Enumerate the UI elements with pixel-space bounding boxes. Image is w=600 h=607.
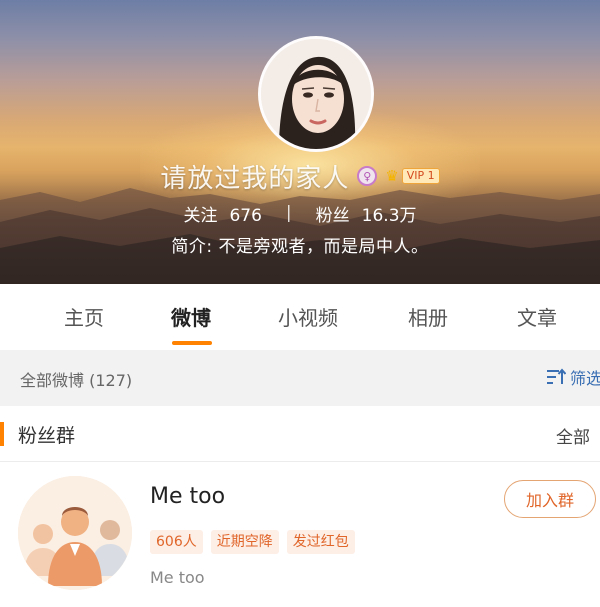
section-accent-bar bbox=[0, 422, 4, 446]
group-name[interactable]: Me too bbox=[150, 484, 225, 509]
profile-stats: 关注 676 | 粉丝 16.3万 bbox=[0, 198, 600, 228]
vip-level-label: VIP 1 bbox=[401, 168, 440, 184]
filter-sort-icon bbox=[547, 368, 566, 384]
profile-banner: 请放过我的家人 ♀ ♛ VIP 1 关注 676 | 粉丝 16.3万 简介: 不是… bbox=[0, 0, 600, 284]
following-count: 676 bbox=[229, 205, 262, 226]
following-stat[interactable]: 关注 676 bbox=[183, 201, 261, 226]
tab-home[interactable]: 主页 bbox=[64, 302, 104, 331]
profile-bio: 简介: 不是旁观者，而是局中人。 bbox=[171, 237, 429, 257]
stats-separator: | bbox=[285, 203, 292, 223]
active-tab-indicator bbox=[172, 341, 212, 345]
group-people-icon bbox=[18, 476, 132, 590]
profile-avatar[interactable] bbox=[258, 36, 374, 152]
profile-nickname: 请放过我的家人 bbox=[160, 163, 350, 194]
recent-airdrop-tag: 近期空降 bbox=[210, 530, 279, 554]
avatar-portrait bbox=[261, 39, 371, 149]
nickname-row: 请放过我的家人 ♀ ♛ VIP 1 bbox=[0, 158, 600, 194]
red-packet-tag: 发过红包 bbox=[286, 530, 355, 554]
followers-count: 16.3万 bbox=[361, 205, 417, 226]
fan-group-all-link[interactable]: 全部 bbox=[556, 423, 590, 448]
tab-album[interactable]: 相册 bbox=[408, 302, 448, 331]
join-group-button[interactable]: 加入群 bbox=[504, 480, 596, 518]
tab-articles[interactable]: 文章 bbox=[517, 302, 557, 331]
filter-button[interactable]: 筛选 bbox=[546, 365, 600, 389]
profile-tab-bar: 主页 微博 小视频 相册 文章 bbox=[0, 284, 600, 350]
followers-label: 粉丝 bbox=[315, 205, 350, 226]
vip-badge[interactable]: ♛ VIP 1 bbox=[385, 167, 440, 185]
group-tags: 606人 近期空降 发过红包 bbox=[150, 530, 355, 554]
member-count-tag: 606人 bbox=[150, 530, 203, 554]
post-filter-bar: 全部微博 (127) 筛选 bbox=[0, 350, 600, 406]
fan-group-title: 粉丝群 bbox=[18, 425, 76, 447]
group-description: Me too bbox=[150, 568, 205, 587]
fan-group-header: 粉丝群 全部 bbox=[0, 406, 600, 462]
followers-stat[interactable]: 粉丝 16.3万 bbox=[316, 201, 417, 226]
fan-group-card[interactable]: Me too 606人 近期空降 发过红包 Me too 加入群 bbox=[0, 462, 600, 607]
female-gender-icon: ♀ bbox=[357, 166, 378, 186]
group-avatar bbox=[18, 476, 132, 590]
post-count-label[interactable]: 全部微博 (127) bbox=[20, 367, 132, 391]
vip-crown-icon: ♛ bbox=[385, 167, 399, 185]
following-label: 关注 bbox=[183, 205, 218, 226]
tab-weibo[interactable]: 微博 bbox=[171, 302, 211, 331]
tab-short-video[interactable]: 小视频 bbox=[278, 302, 338, 331]
filter-label: 筛选 bbox=[570, 369, 600, 388]
